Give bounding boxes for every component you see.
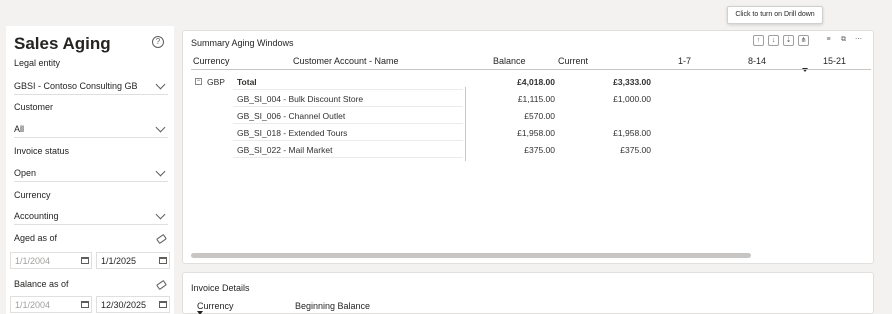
chevron-down-icon	[155, 79, 166, 90]
aged-from-date[interactable]: 1/1/2004	[10, 252, 92, 269]
header-divider	[191, 69, 871, 70]
aged-to-value: 1/1/2025	[101, 256, 137, 266]
chevron-down-icon	[155, 166, 166, 177]
report-page: Click to turn on Drill down Sales Aging …	[0, 0, 892, 314]
total-currency: GBP	[207, 77, 225, 87]
column-separator	[465, 87, 466, 161]
filter-panel: Sales Aging ? Legal entity GBSI - Contos…	[6, 26, 174, 314]
summary-aging-visual: Summary Aging Windows ↑ ↓ ⇣ ⋔ ≡ ⧉ ⋯ Curr…	[182, 30, 874, 264]
row-name: GB_SI_006 - Channel Outlet	[237, 111, 346, 121]
calendar-icon	[81, 301, 89, 308]
row-name: GB_SI_022 - Mail Market	[237, 145, 333, 155]
row-current: £1,000.00	[613, 94, 651, 104]
aged-as-of-label: Aged as of	[14, 233, 58, 243]
row-name: GB_SI_004 - Bulk Discount Store	[237, 94, 364, 104]
drill-down-tooltip: Click to turn on Drill down	[727, 6, 823, 24]
balance-to-date[interactable]: 12/30/2025	[96, 296, 170, 313]
currency-value: Accounting	[14, 211, 59, 221]
visual-title: Summary Aging Windows	[191, 38, 294, 48]
col-header-currency[interactable]: Currency	[193, 56, 230, 66]
collapse-icon[interactable]: −	[195, 78, 202, 85]
row-balance: £570.00	[524, 111, 555, 121]
aged-from-value: 1/1/2004	[15, 256, 51, 266]
eraser-icon[interactable]	[156, 233, 167, 245]
row-divider	[233, 123, 463, 124]
more-options-icon[interactable]: ⋯	[853, 35, 864, 46]
calendar-icon	[159, 301, 167, 308]
row-divider	[233, 106, 463, 107]
legal-entity-label: Legal entity	[14, 58, 61, 68]
col-header-currency[interactable]: Currency	[197, 301, 234, 311]
col-header-current[interactable]: Current	[558, 56, 588, 66]
arrow-down-icon[interactable]: ↓	[768, 35, 779, 46]
col-header-balance[interactable]: Balance	[493, 56, 526, 66]
customer-label: Customer	[14, 102, 54, 112]
eraser-icon[interactable]	[156, 279, 167, 291]
aged-to-date[interactable]: 1/1/2025	[96, 252, 170, 269]
row-balance: £375.00	[524, 145, 555, 155]
arrow-up-icon[interactable]: ↑	[753, 35, 764, 46]
row-divider	[233, 89, 463, 90]
currency-label: Currency	[14, 190, 51, 200]
col-header-1-7[interactable]: 1-7	[678, 56, 691, 66]
focus-mode-icon[interactable]: ⧉	[838, 35, 849, 46]
row-balance: £1,115.00	[517, 94, 555, 104]
balance-to-value: 12/30/2025	[101, 300, 147, 310]
total-balance: £4,018.00	[517, 77, 555, 87]
calendar-icon	[81, 257, 89, 264]
currency-dropdown[interactable]: Accounting	[14, 208, 168, 225]
row-balance: £1,958.00	[517, 128, 555, 138]
invoice-status-dropdown[interactable]: Open	[14, 165, 168, 182]
invoice-details-visual: Invoice Details Currency Beginning Balan…	[182, 272, 874, 314]
balance-from-date[interactable]: 1/1/2004	[10, 296, 92, 313]
visual-title: Invoice Details	[191, 283, 250, 293]
customer-value: All	[14, 124, 25, 134]
help-icon[interactable]: ?	[152, 36, 164, 48]
chevron-down-icon	[155, 122, 166, 133]
horizontal-scrollbar[interactable]	[191, 253, 751, 258]
legal-entity-dropdown[interactable]: GBSI - Contoso Consulting GB	[14, 78, 168, 95]
drill-icon[interactable]: ⇣	[783, 35, 794, 46]
invoice-status-label: Invoice status	[14, 146, 70, 156]
col-header-beginning-balance[interactable]: Beginning Balance	[295, 301, 370, 311]
customer-dropdown[interactable]: All	[14, 121, 168, 138]
chevron-down-icon	[155, 209, 166, 220]
col-header-8-14[interactable]: 8-14	[748, 56, 766, 66]
filter-icon[interactable]: ≡	[823, 35, 834, 46]
row-name: GB_SI_018 - Extended Tours	[237, 128, 348, 138]
row-current: £375.00	[620, 145, 651, 155]
report-title: Sales Aging	[14, 34, 111, 53]
row-divider	[233, 140, 463, 141]
col-header-customer[interactable]: Customer Account - Name	[293, 56, 399, 66]
expand-all-icon[interactable]: ⋔	[798, 35, 809, 46]
invoice-status-value: Open	[14, 168, 37, 178]
total-current: £3,333.00	[613, 77, 651, 87]
balance-as-of-label: Balance as of	[14, 279, 69, 289]
col-header-15-21[interactable]: 15-21	[823, 56, 846, 66]
right-gutter	[880, 22, 892, 314]
row-current: £1,958.00	[613, 128, 651, 138]
row-divider	[233, 157, 463, 158]
balance-from-value: 1/1/2004	[15, 300, 51, 310]
calendar-icon	[159, 257, 167, 264]
legal-entity-value: GBSI - Contoso Consulting GB	[14, 81, 138, 91]
total-label: Total	[237, 77, 257, 87]
